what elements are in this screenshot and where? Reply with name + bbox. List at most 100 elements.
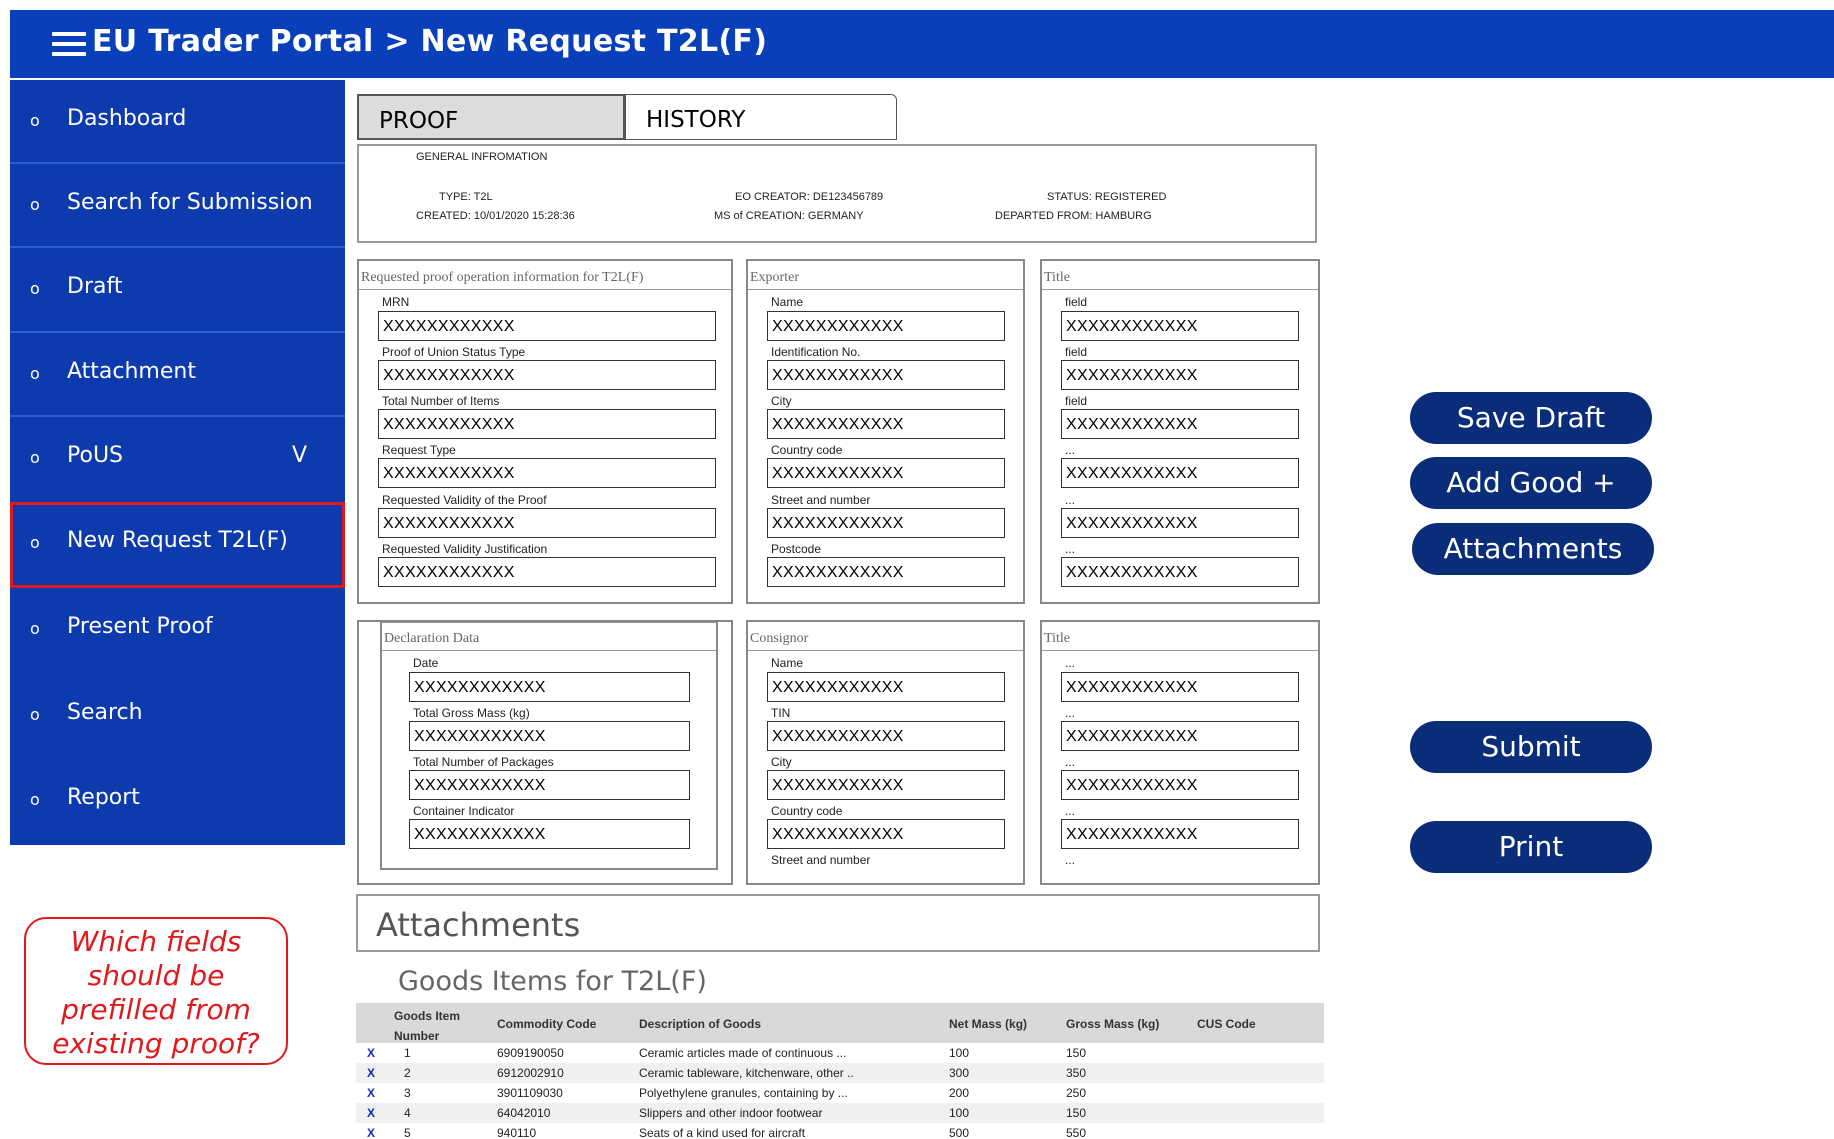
panel-title: Requested proof operation information fo…	[361, 270, 644, 285]
consignor-tin-field[interactable]: XXXXXXXXXXXX	[767, 721, 1005, 751]
packages-field[interactable]: XXXXXXXXXXXX	[409, 770, 690, 800]
tab-history[interactable]: HISTORY	[625, 94, 897, 140]
title-field[interactable]: XXXXXXXXXXXX	[1061, 819, 1299, 849]
cell-net-mass: 300	[949, 1066, 970, 1080]
sidebar-item-label: Report	[67, 785, 140, 810]
title-field[interactable]: XXXXXXXXXXXX	[1061, 311, 1299, 341]
divider	[1042, 289, 1318, 290]
divider	[1042, 650, 1318, 651]
submit-button[interactable]: Submit	[1410, 721, 1652, 773]
cell-gross-mass: 350	[1066, 1066, 1087, 1080]
consignor-country-field[interactable]: XXXXXXXXXXXX	[767, 819, 1005, 849]
delete-row-icon[interactable]: X	[367, 1086, 375, 1100]
title-field[interactable]: XXXXXXXXXXXX	[1061, 557, 1299, 587]
sidebar-item-present-proof[interactable]: o Present Proof	[10, 588, 345, 671]
exporter-city-field[interactable]: XXXXXXXXXXXX	[767, 409, 1005, 439]
cell-description: Polyethylene granules, containing by ...	[639, 1086, 848, 1100]
field-label: ...	[1065, 755, 1076, 769]
title-field[interactable]: XXXXXXXXXXXX	[1061, 770, 1299, 800]
print-button[interactable]: Print	[1410, 821, 1652, 873]
cell-commodity: 3901109030	[497, 1086, 563, 1100]
sidebar-item-pous[interactable]: o PoUS V	[10, 417, 345, 500]
eo-creator-value: EO CREATOR: DE123456789	[735, 191, 884, 203]
title-field[interactable]: XXXXXXXXXXXX	[1061, 458, 1299, 488]
bullet-icon: o	[30, 195, 40, 214]
gross-mass-field[interactable]: XXXXXXXXXXXX	[409, 721, 690, 751]
menu-icon[interactable]	[52, 32, 86, 56]
title-field[interactable]: XXXXXXXXXXXX	[1061, 409, 1299, 439]
container-indicator-field[interactable]: XXXXXXXXXXXX	[409, 819, 690, 849]
exporter-street-field[interactable]: XXXXXXXXXXXX	[767, 508, 1005, 538]
title-field[interactable]: XXXXXXXXXXXX	[1061, 508, 1299, 538]
consignor-panel: Consignor Name XXXXXXXXXXXX TIN XXXXXXXX…	[746, 620, 1025, 885]
cell-net-mass: 100	[949, 1106, 970, 1120]
exporter-name-field[interactable]: XXXXXXXXXXXX	[767, 311, 1005, 341]
goods-heading: Goods Items for T2L(F)	[398, 966, 707, 997]
sidebar-item-label: Dashboard	[67, 106, 187, 131]
bullet-icon: o	[30, 448, 40, 467]
chevron-down-icon[interactable]: V	[292, 443, 307, 468]
delete-row-icon[interactable]: X	[367, 1126, 375, 1139]
sidebar-item-dashboard[interactable]: o Dashboard	[10, 80, 345, 163]
exporter-panel: Exporter Name XXXXXXXXXXXX Identificatio…	[746, 259, 1025, 604]
sidebar-item-draft[interactable]: o Draft	[10, 248, 345, 331]
sidebar-item-new-request-t2lf[interactable]: o New Request T2L(F)	[10, 502, 345, 588]
total-items-field[interactable]: XXXXXXXXXXXX	[378, 409, 716, 439]
column-header-description: Description of Goods	[639, 1017, 762, 1031]
declaration-date-field[interactable]: XXXXXXXXXXXX	[409, 672, 690, 702]
cell-net-mass: 100	[949, 1046, 970, 1060]
exporter-postcode-field[interactable]: XXXXXXXXXXXX	[767, 557, 1005, 587]
attachments-button[interactable]: Attachments	[1412, 523, 1654, 575]
title-field[interactable]: XXXXXXXXXXXX	[1061, 672, 1299, 702]
consignor-name-field[interactable]: XXXXXXXXXXXX	[767, 672, 1005, 702]
title-field[interactable]: XXXXXXXXXXXX	[1061, 360, 1299, 390]
exporter-country-field[interactable]: XXXXXXXXXXXX	[767, 458, 1005, 488]
consignor-city-field[interactable]: XXXXXXXXXXXX	[767, 770, 1005, 800]
cell-net-mass: 200	[949, 1086, 970, 1100]
add-good-button[interactable]: Add Good +	[1410, 457, 1652, 509]
sidebar-item-search-for-submission[interactable]: o Search for Submission	[10, 164, 345, 247]
field-label: field	[1065, 345, 1088, 359]
table-header: Goods Item Number Commodity Code Descrip…	[356, 1003, 1324, 1043]
tab-proof[interactable]: PROOF	[357, 94, 625, 140]
field-label: ...	[1065, 804, 1076, 818]
validity-field[interactable]: XXXXXXXXXXXX	[378, 508, 716, 538]
bullet-icon: o	[30, 279, 40, 298]
field-label: Requested Validity Justification	[382, 542, 548, 556]
mrn-field[interactable]: XXXXXXXXXXXX	[378, 311, 716, 341]
sidebar-item-label: New Request T2L(F)	[67, 528, 288, 553]
table-row: X 3 3901109030 Polyethylene granules, co…	[356, 1083, 1324, 1103]
panel-title: Declaration Data	[384, 631, 480, 646]
bullet-icon: o	[30, 533, 40, 552]
sidebar-item-attachment[interactable]: o Attachment	[10, 333, 345, 416]
sidebar-item-label: Search for Submission	[67, 190, 313, 215]
sidebar-item-search[interactable]: o Search	[10, 674, 345, 757]
attachments-section[interactable]: Attachments	[356, 894, 1320, 952]
panel-title: Title	[1044, 270, 1070, 285]
save-draft-button[interactable]: Save Draft	[1410, 392, 1652, 444]
field-label: field	[1065, 295, 1088, 309]
field-label: Date	[413, 656, 439, 670]
sidebar-item-label: Attachment	[67, 359, 196, 384]
type-value: TYPE: T2L	[439, 191, 493, 203]
field-label: ...	[1065, 542, 1076, 556]
cell-gross-mass: 550	[1066, 1126, 1087, 1139]
sidebar-item-report[interactable]: o Report	[10, 759, 345, 842]
delete-row-icon[interactable]: X	[367, 1106, 375, 1120]
field-label: Container Indicator	[413, 804, 515, 818]
request-type-field[interactable]: XXXXXXXXXXXX	[378, 458, 716, 488]
proof-union-status-type-field[interactable]: XXXXXXXXXXXX	[378, 360, 716, 390]
bullet-icon: o	[30, 619, 40, 638]
field-label: Name	[771, 656, 804, 670]
delete-row-icon[interactable]: X	[367, 1046, 375, 1060]
note-line: existing proof?	[52, 1027, 260, 1060]
table-row: X 1 6909190050 Ceramic articles made of …	[356, 1043, 1324, 1063]
exporter-id-field[interactable]: XXXXXXXXXXXX	[767, 360, 1005, 390]
validity-justification-field[interactable]: XXXXXXXXXXXX	[378, 557, 716, 587]
delete-row-icon[interactable]: X	[367, 1066, 375, 1080]
field-label: ...	[1065, 706, 1076, 720]
cell-commodity: 6912002910	[497, 1066, 564, 1080]
proof-operation-panel: Requested proof operation information fo…	[357, 259, 733, 604]
cell-description: Ceramic tableware, kitchenware, other ..	[639, 1066, 854, 1080]
title-field[interactable]: XXXXXXXXXXXX	[1061, 721, 1299, 751]
